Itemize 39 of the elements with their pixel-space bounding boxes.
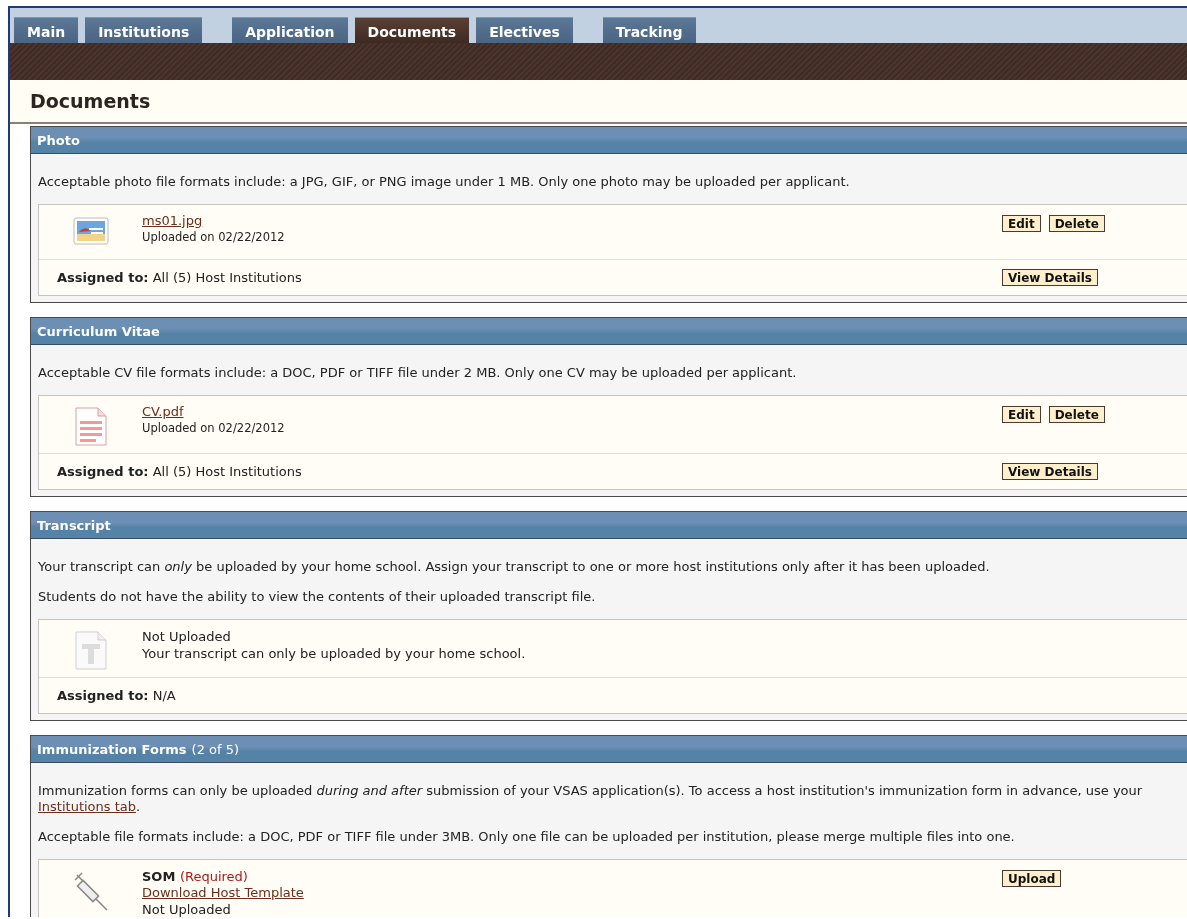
form-name: SOM — [142, 869, 176, 884]
description-text: Acceptable CV file formats include: a DOC, PDF or TIFF file under 2 MB. Only one CV may be uploaded per applicant. — [38, 365, 798, 381]
section-title: Immunization Forms — [37, 741, 187, 757]
status-text: Not Uploaded — [142, 901, 232, 917]
status-text: Not Uploaded — [142, 628, 232, 645]
tab[interactable]: Application — [232, 17, 348, 43]
section-title: Transcript — [37, 517, 111, 533]
section-count: (2 of 5) — [191, 741, 240, 757]
description-text: Students do not have the ability to view the contents of their uploaded transcript file. — [38, 589, 597, 605]
action-button[interactable]: Edit — [1002, 215, 1041, 232]
assigned-to-text: Assigned to: All (5) Host Institutions — [57, 270, 303, 285]
tab[interactable]: Documents — [354, 17, 470, 43]
tab[interactable]: Tracking — [602, 17, 696, 43]
file-link[interactable]: ms01.jpg — [142, 213, 203, 229]
upload-date: Uploaded on 02/22/2012 — [142, 229, 286, 245]
view-details-button[interactable]: View Details — [1002, 269, 1098, 286]
description-text: Immunization forms can only be uploaded during and after submission of your VSAS application(s). To access a host institution's immunization form in advance, use your Institutions tab. — [38, 783, 1144, 815]
action-button[interactable]: Delete — [1048, 406, 1105, 423]
section-title: Curriculum Vitae — [37, 323, 160, 339]
view-details-button[interactable]: View Details — [1002, 463, 1098, 480]
file-link[interactable]: Download Host Template — [142, 885, 304, 901]
section-title: Photo — [37, 132, 80, 148]
status-text: Your transcript can only be uploaded by your home school. — [142, 645, 527, 662]
action-button[interactable]: Edit — [1002, 406, 1041, 423]
file-link[interactable]: CV.pdf — [142, 404, 184, 420]
tab[interactable]: Institutions — [85, 17, 203, 43]
description-text: Acceptable photo file formats include: a JPG, GIF, or PNG image under 1 MB. Only one photo may be uploaded per applicant. — [38, 174, 851, 190]
assigned-to-text: Assigned to: N/A — [57, 688, 177, 703]
assigned-to-text: Assigned to: All (5) Host Institutions — [57, 464, 303, 479]
institutions-link[interactable]: Institutions tab — [38, 799, 136, 814]
tab[interactable]: Main — [14, 17, 79, 43]
description-text: Acceptable file formats include: a DOC, PDF or TIFF file under 3MB. Only one file can be uploaded per institution, please merge multiple files into one. — [38, 829, 1016, 845]
action-button[interactable]: Upload — [1002, 870, 1062, 887]
required-label: (Required) — [179, 869, 248, 884]
description-text: Your transcript can only be uploaded by your home school. Assign your transcript to one or more host institutions only after it has been uploaded. — [38, 559, 991, 575]
tab[interactable]: Electives — [476, 17, 573, 43]
action-button[interactable]: Delete — [1048, 215, 1105, 232]
page-title: Documents — [30, 90, 152, 112]
upload-date: Uploaded on 02/22/2012 — [142, 420, 286, 436]
